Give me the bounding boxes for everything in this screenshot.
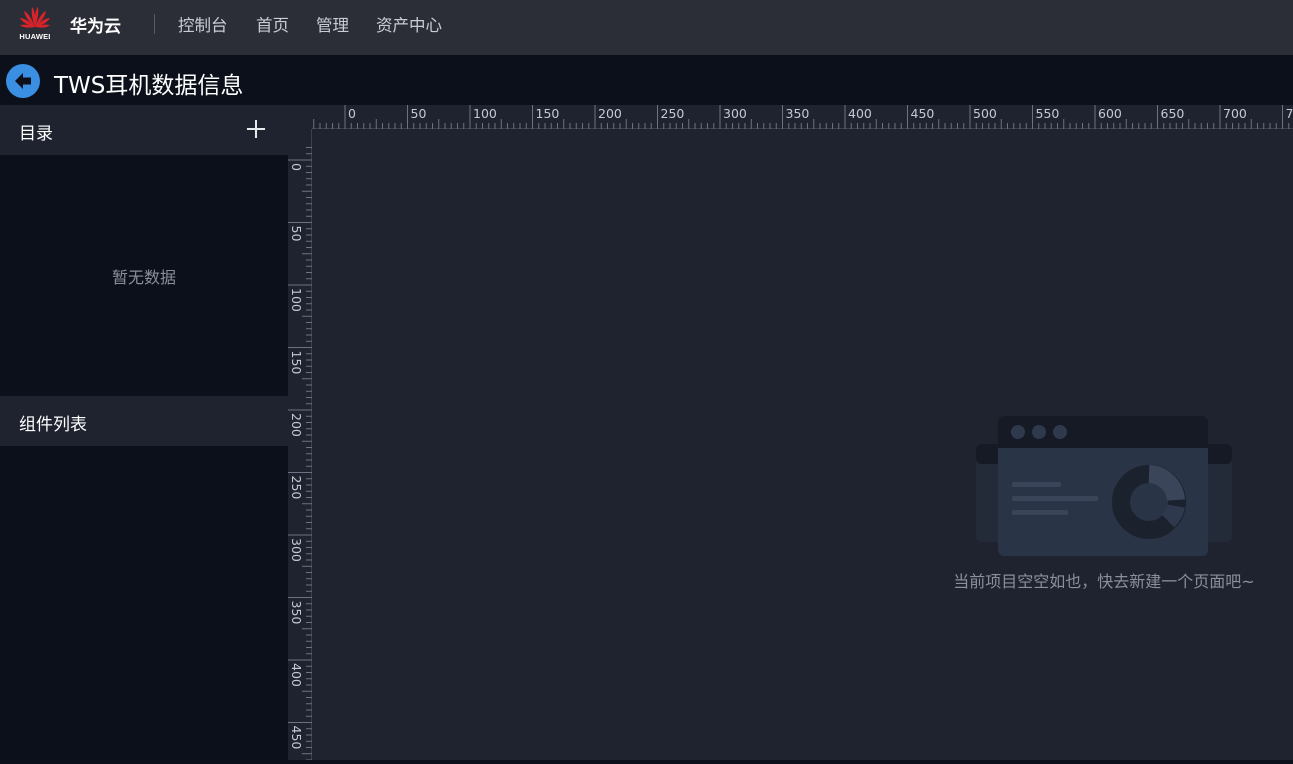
horizontal-ruler: 0 50 100 150 200 250 300 350 400 450 500 550 600 650 7… bbox=[288, 105, 1293, 129]
title-bar: TWS耳机数据信息 bbox=[0, 55, 1293, 105]
top-nav-bar: HUAWEI 华为云 控制台 首页 管理 资产中心 bbox=[0, 0, 1293, 55]
ruler-label: 350 bbox=[289, 601, 304, 625]
nav-divider bbox=[154, 14, 155, 34]
ruler-label: 200 bbox=[289, 413, 304, 437]
huawei-flower-icon bbox=[18, 5, 52, 33]
back-button[interactable] bbox=[6, 64, 40, 98]
horizontal-ruler-marks: 0 50 100 150 200 250 300 350 400 450 500 550 600 650 7… bbox=[288, 105, 1293, 129]
ruler-label: 350 bbox=[786, 106, 810, 121]
huawei-logo[interactable]: HUAWEI bbox=[18, 5, 52, 43]
nav-manage[interactable]: 管理 bbox=[316, 12, 349, 36]
ruler-label: 250 bbox=[289, 476, 304, 500]
catalog-label: 目录 bbox=[19, 119, 53, 144]
ruler-label: 0 bbox=[289, 163, 304, 171]
ruler-label: 200 bbox=[598, 106, 622, 121]
vertical-ruler: 0 50 100 150 200 250 300 350 400 450 bbox=[288, 129, 312, 760]
ruler-label: 450 bbox=[911, 106, 935, 121]
ruler-label: 300 bbox=[289, 538, 304, 562]
ruler-label: 150 bbox=[536, 106, 560, 121]
ruler-label: 150 bbox=[289, 351, 304, 375]
catalog-empty-text: 暂无数据 bbox=[0, 264, 288, 288]
nav-asset-center[interactable]: 资产中心 bbox=[376, 12, 442, 36]
empty-window-icon bbox=[976, 416, 1232, 556]
ruler-label: 700 bbox=[1223, 106, 1247, 121]
ruler-label: 450 bbox=[289, 726, 304, 750]
ruler-label: 50 bbox=[289, 226, 304, 242]
components-header[interactable]: 组件列表 bbox=[0, 396, 288, 446]
ruler-label: 400 bbox=[289, 663, 304, 687]
ruler-label: 50 bbox=[411, 106, 427, 121]
nav-home[interactable]: 首页 bbox=[256, 12, 289, 36]
ruler-label: 100 bbox=[473, 106, 497, 121]
ruler-label: 100 bbox=[289, 288, 304, 312]
brand-name[interactable]: 华为云 bbox=[70, 12, 121, 37]
logo-wordmark: HUAWEI bbox=[18, 32, 52, 41]
ruler-corner bbox=[288, 105, 312, 129]
ruler-label: 300 bbox=[723, 106, 747, 121]
add-page-button[interactable] bbox=[246, 119, 266, 139]
ruler-label: 500 bbox=[973, 106, 997, 121]
nav-console[interactable]: 控制台 bbox=[178, 12, 228, 36]
catalog-header: 目录 bbox=[0, 105, 288, 155]
components-label: 组件列表 bbox=[19, 410, 87, 435]
empty-project-message: 当前项目空空如也，快去新建一个页面吧~ bbox=[904, 568, 1293, 592]
page-title: TWS耳机数据信息 bbox=[54, 66, 243, 100]
ruler-label: 550 bbox=[1036, 106, 1060, 121]
ruler-label: 400 bbox=[848, 106, 872, 121]
ruler-label: 250 bbox=[661, 106, 685, 121]
arrow-left-icon bbox=[6, 64, 40, 98]
vertical-ruler-marks: 0 50 100 150 200 250 300 350 400 450 bbox=[288, 129, 312, 760]
sidebar: 目录 暂无数据 组件列表 bbox=[0, 105, 288, 760]
ruler-label: 0 bbox=[348, 106, 356, 121]
empty-project-illustration bbox=[976, 416, 1232, 556]
ruler-label: 75 bbox=[1286, 106, 1293, 121]
ruler-label: 650 bbox=[1161, 106, 1185, 121]
ruler-label: 600 bbox=[1098, 106, 1122, 121]
